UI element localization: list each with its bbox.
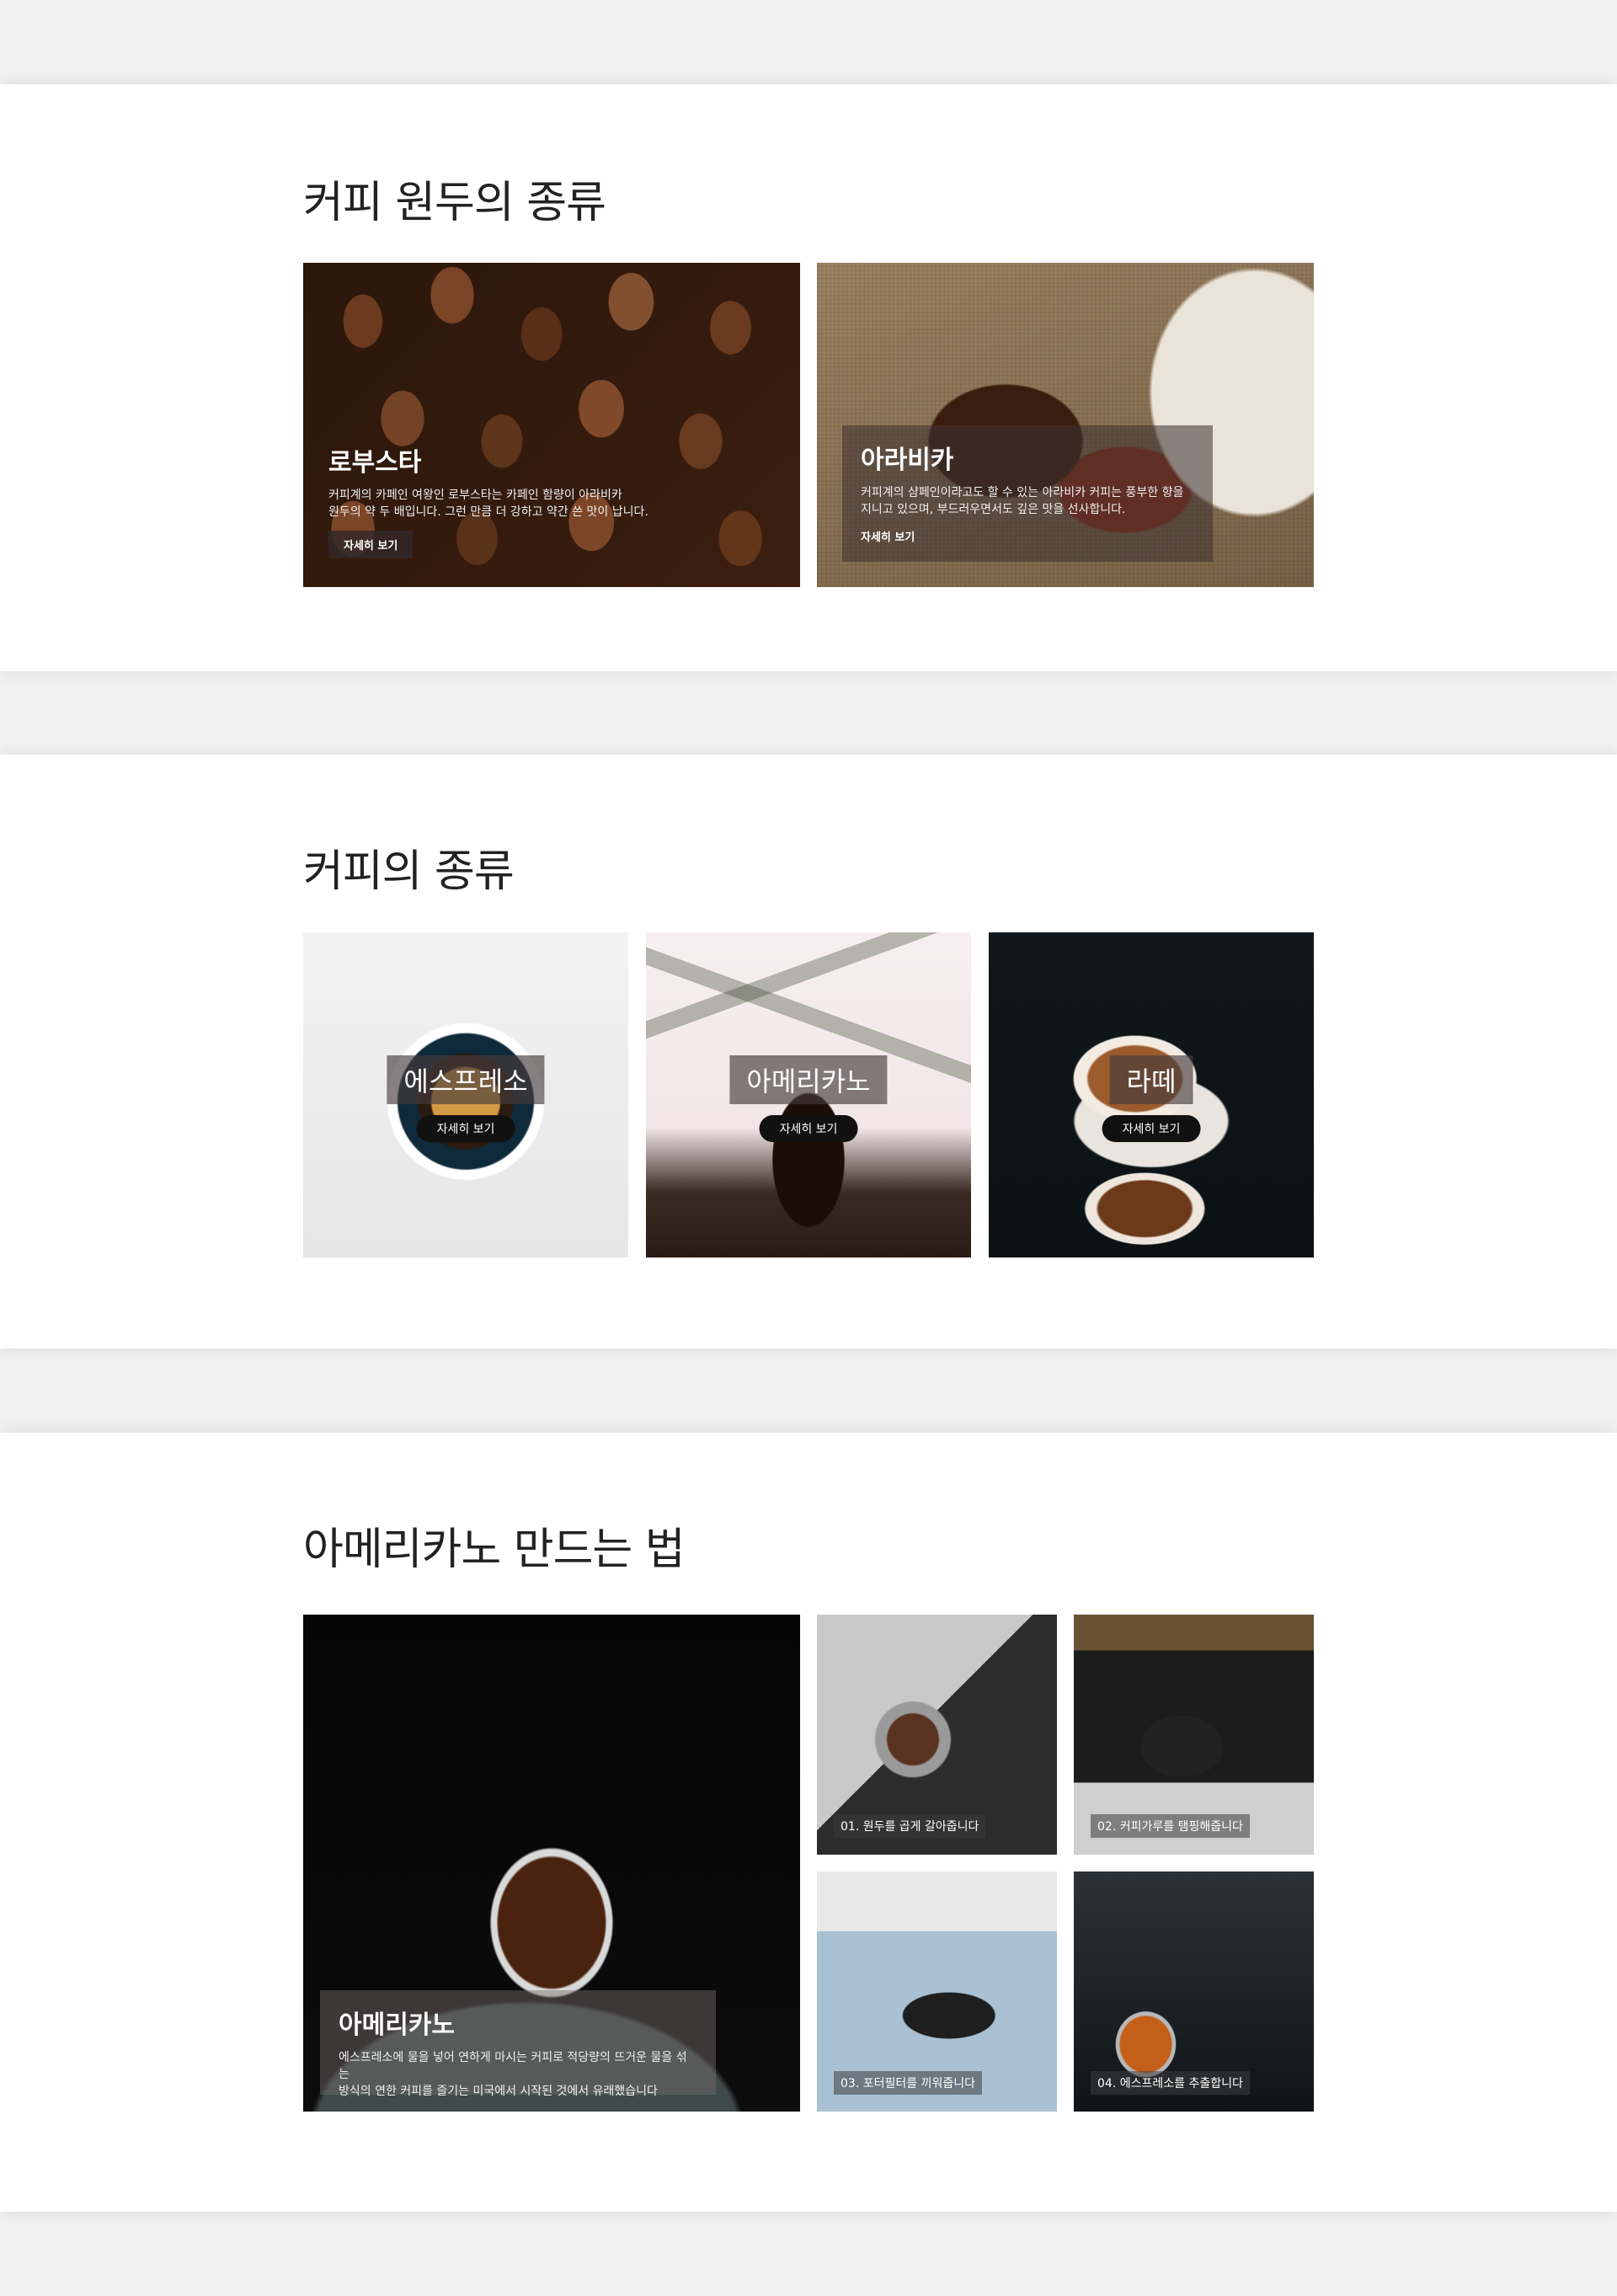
step-card-2[interactable]: 02. 커피가루를 탬핑해줍니다 — [1074, 1615, 1314, 1855]
type-label: 라떼 — [1109, 1055, 1193, 1104]
espresso-card[interactable]: 에스프레소 자세히 보기 — [303, 932, 628, 1257]
more-button[interactable]: 자세히 보기 — [1102, 1115, 1201, 1142]
robusta-overlay: 로부스타 커피계의 카페인 여왕인 로부스타는 카페인 함량이 아라비카 원두의… — [328, 441, 766, 558]
type-label: 아메리카노 — [729, 1055, 888, 1104]
step-card-3[interactable]: 03. 포터필터를 끼워줍니다 — [817, 1872, 1057, 2112]
americano-main-card[interactable]: 아메리카노 에스프레소에 물을 넣어 연하게 마시는 커피로 적당량의 뜨거운 … — [303, 1615, 800, 2112]
arabica-overlay: 아라비카 커피계의 샴페인이라고도 할 수 있는 아라비카 커피는 풍부한 향을… — [842, 425, 1213, 562]
step-caption: 02. 커피가루를 탬핑해줍니다 — [1091, 1814, 1250, 1838]
step-caption: 01. 원두를 곱게 갈아줍니다 — [834, 1814, 986, 1838]
card-desc-line1: 커피계의 샴페인이라고도 할 수 있는 아라비카 커피는 풍부한 향을 — [861, 486, 1184, 499]
step-card-1[interactable]: 01. 원두를 곱게 갈아줍니다 — [817, 1615, 1057, 1855]
step-caption: 03. 포터필터를 끼워줍니다 — [834, 2071, 982, 2095]
section-title: 아메리카노 만드는 법 — [303, 1524, 686, 1575]
step-card-4[interactable]: 04. 에스프레소를 추출합니다 — [1074, 1872, 1314, 2112]
more-button[interactable]: 자세히 보기 — [759, 1115, 858, 1142]
card-title: 아라비카 — [861, 446, 954, 475]
section-title: 커피 원두의 종류 — [303, 178, 606, 228]
robusta-card[interactable]: 로부스타 커피계의 카페인 여왕인 로부스타는 카페인 함량이 아라비카 원두의… — [303, 263, 800, 587]
card-desc-line2: 지니고 있으며, 부드러우면서도 깊은 맛을 선사합니다. — [861, 503, 1126, 516]
section-title: 커피의 종류 — [303, 846, 515, 897]
more-button[interactable]: 자세히 보기 — [416, 1115, 515, 1142]
card-desc-line1: 커피계의 카페인 여왕인 로부스타는 카페인 함량이 아라비카 — [328, 489, 622, 502]
arabica-card[interactable]: 아라비카 커피계의 샴페인이라고도 할 수 있는 아라비카 커피는 풍부한 향을… — [817, 263, 1314, 587]
card-desc-line1: 에스프레소에 물을 넣어 연하게 마시는 커피로 적당량의 뜨거운 물을 섞는 — [339, 2051, 687, 2081]
step-caption: 04. 에스프레소를 추출합니다 — [1091, 2071, 1250, 2095]
card-title: 아메리카노 — [339, 2010, 455, 2040]
beans-section: 커피 원두의 종류 로부스타 커피계의 카페인 여왕인 로부스타는 카페인 함량… — [0, 84, 1617, 671]
more-button[interactable]: 자세히 보기 — [328, 531, 414, 558]
card-desc-line2: 원두의 약 두 배입니다. 그런 만큼 더 강하고 약간 쓴 맛이 납니다. — [328, 505, 648, 519]
card-title: 로부스타 — [328, 448, 422, 478]
more-button[interactable]: 자세히 보기 — [861, 525, 915, 547]
types-section: 커피의 종류 에스프레소 자세히 보기 아메리카노 자세히 보기 라떼 자세히 … — [0, 755, 1617, 1348]
howto-section: 아메리카노 만드는 법 아메리카노 에스프레소에 물을 넣어 연하게 마시는 커… — [0, 1433, 1617, 2212]
americano-overlay: 아메리카노 에스프레소에 물을 넣어 연하게 마시는 커피로 적당량의 뜨거운 … — [320, 1990, 716, 2098]
type-label: 에스프레소 — [387, 1055, 545, 1104]
latte-card[interactable]: 라떼 자세히 보기 — [989, 932, 1314, 1257]
card-desc-line2: 방식의 연한 커피를 즐기는 미국에서 시작된 것에서 유래했습니다 — [339, 2085, 658, 2098]
americano-card[interactable]: 아메리카노 자세히 보기 — [646, 932, 971, 1257]
